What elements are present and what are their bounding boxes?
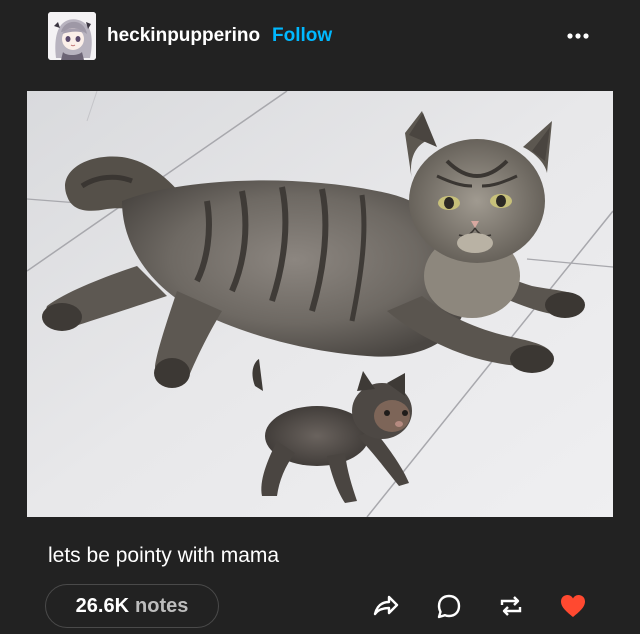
follow-button[interactable]: Follow — [272, 25, 332, 47]
more-options-button[interactable] — [560, 22, 596, 50]
post-header: heckinpupperino Follow — [0, 0, 640, 80]
reply-icon — [437, 594, 461, 619]
notes-button[interactable]: 26.6K notes — [45, 584, 219, 628]
post-caption: lets be pointy with mama — [48, 544, 280, 567]
avatar-anime-girl-icon — [48, 12, 96, 60]
more-options-icon — [567, 33, 589, 39]
share-button[interactable] — [369, 590, 401, 622]
reply-button[interactable] — [433, 590, 465, 622]
notes-count: 26.6K — [75, 594, 130, 617]
username-link[interactable]: heckinpupperino — [107, 25, 260, 47]
like-button[interactable] — [557, 590, 589, 622]
notes-label: notes — [135, 594, 189, 617]
reblog-icon — [500, 596, 522, 616]
cat-and-kitten-image — [27, 91, 613, 517]
reblog-button[interactable] — [495, 590, 527, 622]
tumblr-post: heckinpupperino Follow lets be pointy wi… — [0, 0, 640, 634]
avatar[interactable] — [48, 12, 96, 60]
post-photo[interactable] — [27, 91, 613, 517]
heart-icon — [561, 595, 585, 617]
share-icon — [373, 595, 399, 616]
